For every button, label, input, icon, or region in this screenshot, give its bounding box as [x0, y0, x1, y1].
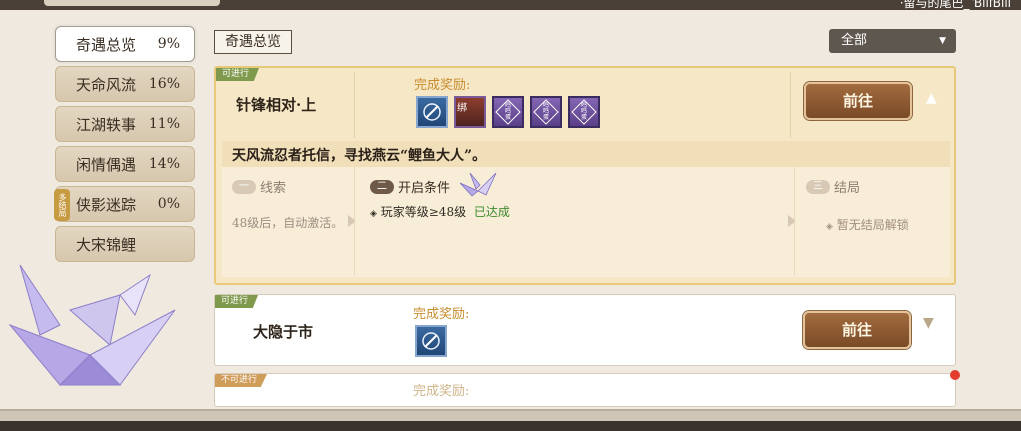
quest-title: 针锋相对·上: [236, 96, 317, 114]
item-text: 鸣鸣蛋: [542, 102, 549, 121]
sword-emblem-icon[interactable]: [416, 96, 448, 128]
sidebar-item-label: 侠影迷踪: [76, 195, 137, 214]
sidebar-item-percent: 14%: [148, 156, 180, 172]
step-clue-text: 48级后，自动激活。: [232, 216, 344, 230]
sidebar-item-percent: 11%: [148, 116, 180, 132]
reward-label: 完成奖励:: [413, 384, 470, 399]
sidebar-item-label: 江湖轶事: [76, 115, 137, 134]
quest-card-expanded: 可进行 针锋相对·上 完成奖励: 绑 鸣鸣蛋 鸣鸣蛋 鸣鸣蛋 前往 ▲ 天风流忍…: [214, 66, 956, 285]
sidebar-item-percent: 9%: [157, 36, 180, 52]
step-title: 结局: [834, 181, 861, 196]
section-tab-overview[interactable]: 奇遇总览: [214, 30, 292, 54]
sidebar-item-mystery[interactable]: 多结局 侠影迷踪 0%: [54, 186, 195, 222]
go-button[interactable]: 前往: [803, 311, 911, 349]
sidebar-item-label: 大宋锦鲤: [76, 235, 137, 254]
divider: [354, 167, 355, 275]
step-number: 三: [806, 179, 830, 194]
condition-status: 已达成: [473, 205, 510, 219]
quest-description: 天风流忍者托信，寻找燕云“鲤鱼大人”。: [222, 141, 950, 167]
ending-text: 暂无结局解锁: [836, 218, 909, 232]
quest-steps: 一 线索 48级后，自动激活。 二 开启条件 ◈ 玩家等级≥48级 已达成 三 …: [222, 167, 950, 277]
description-text: 天风流忍者托信，寻找燕云“鲤鱼大人”。: [232, 148, 487, 164]
divider: [794, 167, 795, 275]
top-bar: ·留与的尾巴_ ƁılıƁılı: [0, 0, 1021, 10]
quest-card-locked: 不可进行 完成奖励:: [214, 373, 956, 407]
divider: [354, 72, 355, 138]
filter-value: 全部: [841, 33, 868, 48]
sidebar-item-percent: 0%: [157, 196, 180, 212]
scroll-item-icon[interactable]: 鸣鸣蛋: [492, 96, 524, 128]
sidebar-item-label: 奇遇总览: [76, 35, 137, 54]
status-tag: 不可进行: [215, 374, 268, 387]
sidebar-item-fate[interactable]: 天命风流 16%: [55, 66, 195, 102]
condition-row: ◈ 玩家等级≥48级 已达成: [370, 203, 510, 220]
condition-text: 玩家等级≥48级: [380, 205, 467, 219]
watermark-text: ·留与的尾巴_ ƁılıƁılı: [899, 0, 1011, 10]
step-ending-header: 三 结局: [806, 177, 860, 196]
step-number: 一: [232, 179, 256, 194]
reward-label: 完成奖励:: [414, 78, 471, 93]
step-title: 线索: [260, 181, 287, 196]
paper-crane-icon: [8, 264, 176, 386]
reward-label: 完成奖励:: [413, 307, 470, 322]
expand-icon[interactable]: ▼: [923, 315, 934, 331]
sidebar-item-label: 闲情偶遇: [76, 155, 137, 174]
step-clue-header: 一 线索: [232, 177, 286, 196]
sidebar-item-anecdotes[interactable]: 江湖轶事 11%: [55, 106, 195, 142]
sword-emblem-icon[interactable]: [415, 325, 447, 357]
scroll-item-icon[interactable]: 鸣鸣蛋: [530, 96, 562, 128]
scroll-item-icon[interactable]: 鸣鸣蛋: [568, 96, 600, 128]
category-sidebar: 奇遇总览 9% 天命风流 16% 江湖轶事 11% 闲情偶遇 14% 多结局 侠…: [54, 26, 195, 266]
collapse-icon[interactable]: ▲: [926, 90, 937, 106]
quest-title: 大隐于市: [253, 323, 314, 341]
filter-dropdown[interactable]: 全部 ▼: [829, 29, 956, 53]
notification-dot: [950, 370, 960, 380]
quest-card: 可进行 大隐于市 完成奖励: 前往 ▼: [214, 294, 956, 366]
item-text: 鸣鸣蛋: [580, 102, 587, 121]
top-tab: [44, 0, 220, 6]
sidebar-item-overview[interactable]: 奇遇总览 9%: [55, 26, 195, 62]
sidebar-item-leisure[interactable]: 闲情偶遇 14%: [55, 146, 195, 182]
step-condition-header: 二 开启条件: [370, 177, 450, 196]
multi-ending-badge: 多结局: [54, 189, 70, 221]
diamond-bullet-icon: ◈: [826, 222, 833, 232]
go-button[interactable]: 前往: [804, 82, 912, 120]
diamond-bullet-icon: ◈: [370, 209, 377, 219]
paper-crane-icon: [459, 172, 497, 197]
step-ending-row: ◈ 暂无结局解锁: [826, 217, 909, 236]
chevron-down-icon: ▼: [939, 36, 946, 46]
divider: [790, 72, 791, 138]
status-tag: 可进行: [215, 295, 259, 308]
step-number: 二: [370, 179, 394, 194]
item-text: 鸣鸣蛋: [504, 102, 511, 121]
bound-label: 绑: [457, 103, 467, 114]
bound-item-icon[interactable]: 绑: [454, 96, 486, 128]
bottom-bar: [0, 409, 1021, 431]
status-tag: 可进行: [216, 68, 260, 81]
step-title: 开启条件: [398, 181, 451, 196]
sidebar-item-percent: 16%: [148, 76, 180, 92]
sidebar-item-label: 天命风流: [76, 75, 137, 94]
